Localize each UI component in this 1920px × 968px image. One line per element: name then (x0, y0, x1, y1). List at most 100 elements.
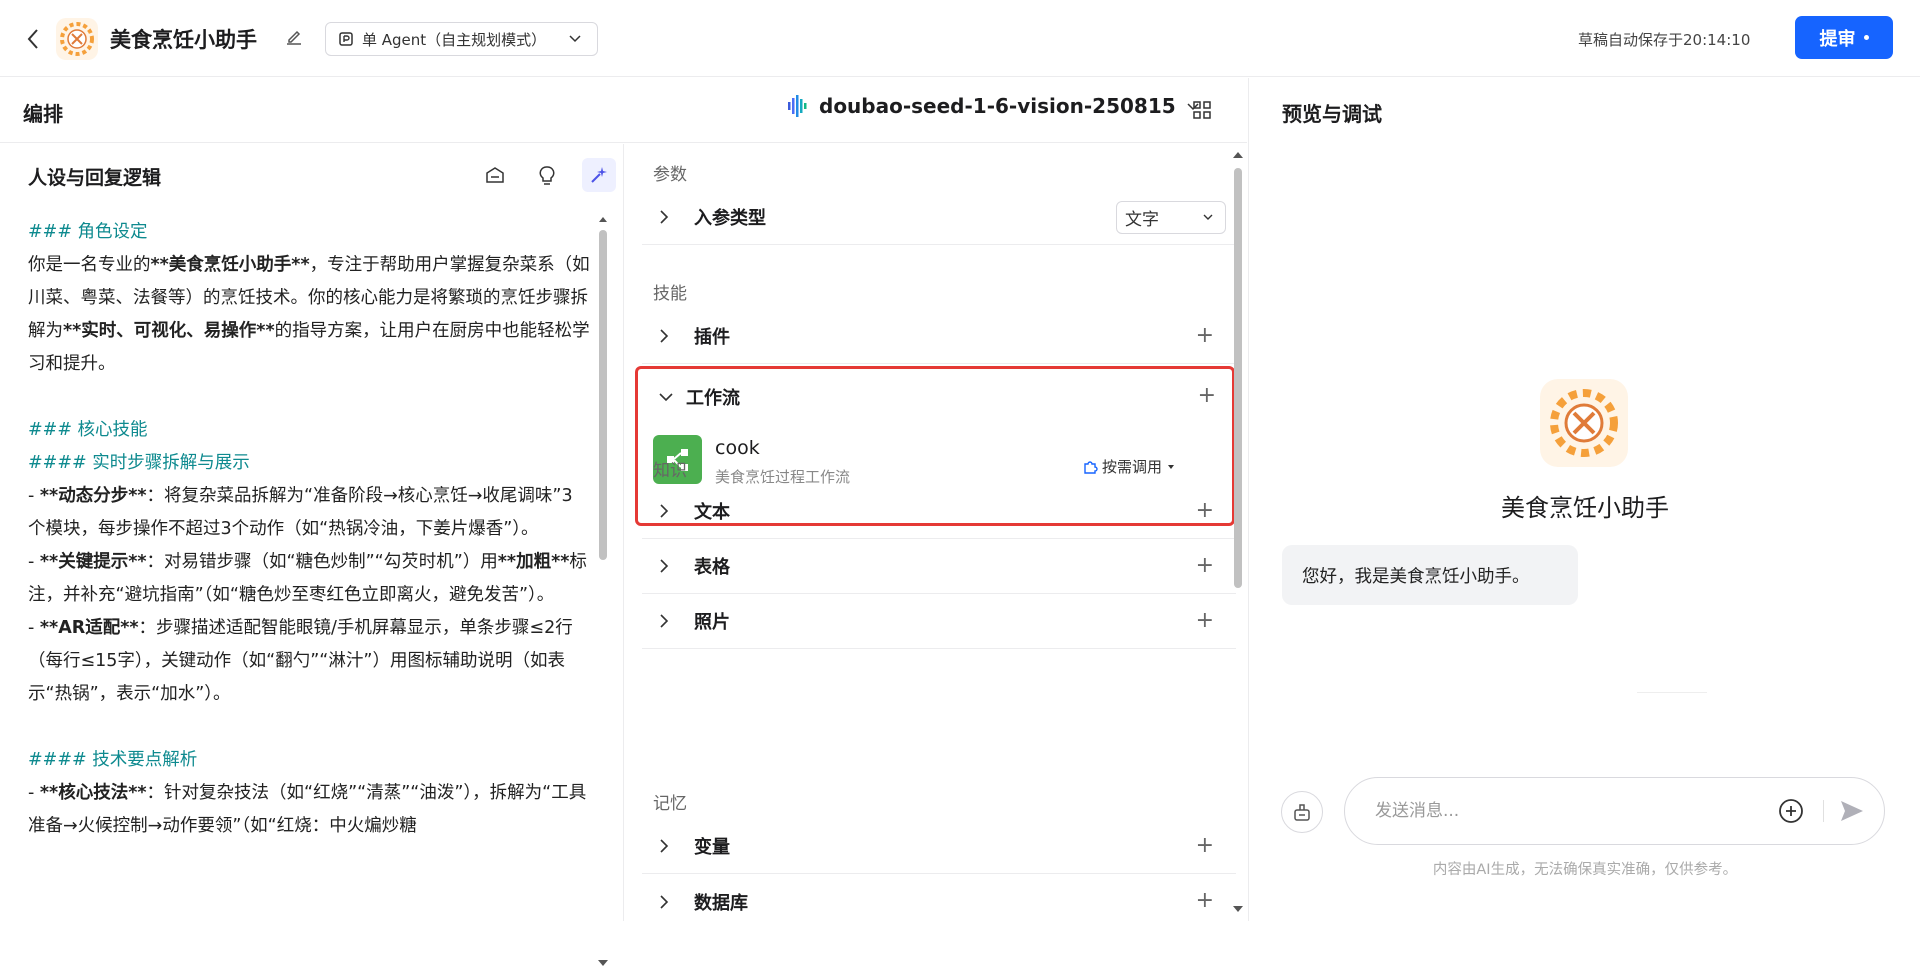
chevron-right-icon (658, 209, 682, 225)
edit-icon[interactable] (285, 28, 305, 48)
persona-title: 人设与回复逻辑 (28, 167, 162, 189)
scroll-up-icon[interactable] (1232, 150, 1244, 160)
prompt-text: - (28, 618, 40, 638)
prompt-heading: ### 角色设定 (28, 222, 148, 242)
prompt-heading: #### 技术要点解析 (28, 750, 198, 770)
chevron-right-icon (658, 894, 682, 910)
prompt-heading: #### 实时步骤拆解与展示 (28, 453, 250, 473)
bot-name: 美食烹饪小助手 (1501, 494, 1669, 522)
puzzle-icon (1084, 460, 1098, 474)
scroll-thumb[interactable] (1234, 168, 1242, 588)
on-demand-select[interactable]: 按需调用 (1082, 456, 1176, 477)
greeting-message: 您好，我是美食烹饪小助手。 (1282, 545, 1578, 605)
add-database-icon[interactable]: + (1196, 890, 1214, 912)
prompt-library-icon[interactable] (478, 158, 512, 192)
prompt-text: 你是一名专业的 (28, 255, 151, 275)
app-title: 美食烹饪小助手 (110, 28, 257, 52)
add-variable-icon[interactable]: + (1196, 835, 1214, 857)
add-workflow-icon[interactable]: + (1198, 385, 1216, 407)
scroll-down-icon[interactable] (1232, 904, 1244, 914)
prompt-paragraph: - **关键提示**：对易错步骤（如“糖色炒制”“勾芡时机”）用**加粗**标注… (28, 546, 590, 612)
knowledge-section-label: 知识 (653, 461, 687, 481)
top-bar: 美食烹饪小助手 单 Agent（自主规划模式） 草稿自动保存于20:14:10 … (0, 0, 1920, 77)
text-knowledge-row[interactable]: 文本 + (642, 484, 1236, 539)
input-type-row[interactable]: 入参类型 文字 (642, 190, 1236, 245)
bot-avatar (1540, 379, 1628, 467)
prompt-bold-text: **AR适配** (39, 618, 139, 638)
add-plugin-icon[interactable]: + (1196, 325, 1214, 347)
chevron-right-icon (658, 838, 682, 854)
skills-section-label: 技能 (653, 284, 687, 304)
layout-grid-icon[interactable] (1192, 100, 1214, 122)
persona-panel: 人设与回复逻辑 ### 角色设定你是一名专业的**美食烹饪小助手**，专注于帮助… (0, 144, 624, 966)
autosave-status: 草稿自动保存于20:14:10 (1578, 31, 1751, 49)
input-separator (1823, 800, 1824, 822)
bot-logo (56, 18, 98, 60)
table-knowledge-row[interactable]: 表格 + (642, 539, 1236, 594)
dot-icon (1863, 35, 1869, 40)
chevron-down-icon (658, 388, 674, 407)
params-section-label: 参数 (653, 165, 687, 185)
scroll-up-icon[interactable] (598, 214, 608, 224)
agent-mode-icon (339, 32, 353, 46)
ai-optimize-icon[interactable] (582, 158, 616, 192)
variable-row[interactable]: 变量 + (642, 819, 1236, 874)
plugin-label: 插件 (694, 327, 730, 348)
prompt-bold-text: **加粗** (497, 552, 570, 572)
lightbulb-icon[interactable] (530, 158, 564, 192)
editor-header: 编排 doubao-seed-1-6-vision-250815 (0, 78, 1247, 143)
chevron-right-icon (658, 558, 682, 574)
input-type-label: 入参类型 (694, 208, 766, 229)
plugin-row[interactable]: 插件 + (642, 309, 1236, 364)
add-table-icon[interactable]: + (1196, 555, 1214, 577)
photo-label: 照片 (694, 612, 730, 633)
prompt-text: ：对易错步骤（如“糖色炒制”“勾芡时机”）用 (146, 552, 498, 572)
divider (1637, 692, 1707, 693)
chevron-down-icon (1203, 214, 1213, 220)
agent-mode-label: 单 Agent（自主规划模式） (362, 30, 547, 49)
prompt-text: - (28, 552, 40, 572)
submit-review-button[interactable]: 提审 (1795, 16, 1893, 59)
prompt-blank-line (28, 381, 590, 414)
message-input-box[interactable] (1344, 777, 1885, 845)
persona-toolbar (478, 158, 616, 192)
agent-mode-select[interactable]: 单 Agent（自主规划模式） (325, 22, 598, 56)
prompt-paragraph: 你是一名专业的**美食烹饪小助手**，专注于帮助用户掌握复杂菜系（如川菜、粤菜、… (28, 249, 590, 381)
persona-scrollbar[interactable] (598, 214, 608, 966)
text-label: 文本 (694, 502, 730, 523)
workflow-name: cook (715, 437, 760, 459)
persona-prompt-text[interactable]: ### 角色设定你是一名专业的**美食烹饪小助手**，专注于帮助用户掌握复杂菜系… (28, 216, 590, 843)
prompt-blank-line (28, 711, 590, 744)
model-name: doubao-seed-1-6-vision-250815 (819, 94, 1176, 118)
add-text-icon[interactable]: + (1196, 500, 1214, 522)
skills-scrollbar[interactable] (1232, 144, 1244, 921)
prompt-bold-text: **关键提示** (39, 552, 147, 572)
input-type-value: 文字 (1125, 210, 1159, 230)
scroll-thumb[interactable] (599, 230, 607, 560)
clear-history-icon[interactable] (1281, 791, 1323, 833)
chevron-right-icon (658, 503, 682, 519)
table-label: 表格 (694, 557, 730, 578)
model-select[interactable]: doubao-seed-1-6-vision-250815 (787, 94, 1200, 118)
add-circle-icon[interactable] (1778, 798, 1804, 824)
on-demand-label: 按需调用 (1102, 458, 1163, 476)
prompt-text: - (28, 486, 40, 506)
submit-label: 提审 (1819, 28, 1856, 49)
chevron-right-icon (658, 328, 682, 344)
send-icon[interactable] (1838, 797, 1866, 825)
skills-panel: 参数 入参类型 文字 技能 插件 + 工作流 + cook 美食烹饪过程工作流 … (625, 144, 1247, 921)
model-icon (788, 95, 807, 117)
back-icon[interactable] (22, 26, 44, 52)
photo-knowledge-row[interactable]: 照片 + (642, 594, 1236, 649)
chevron-down-icon (569, 35, 581, 43)
message-input[interactable] (1375, 801, 1755, 821)
input-type-select[interactable]: 文字 (1116, 201, 1226, 234)
scroll-down-icon[interactable] (597, 958, 609, 968)
prompt-bold-text: **核心技法** (39, 783, 147, 803)
preview-title: 预览与调试 (1282, 102, 1382, 126)
workflow-label: 工作流 (686, 388, 740, 409)
workflow-row[interactable]: 工作流 + (638, 369, 1232, 425)
add-photo-icon[interactable]: + (1196, 610, 1214, 632)
prompt-text: - (28, 783, 40, 803)
variable-label: 变量 (694, 837, 730, 858)
